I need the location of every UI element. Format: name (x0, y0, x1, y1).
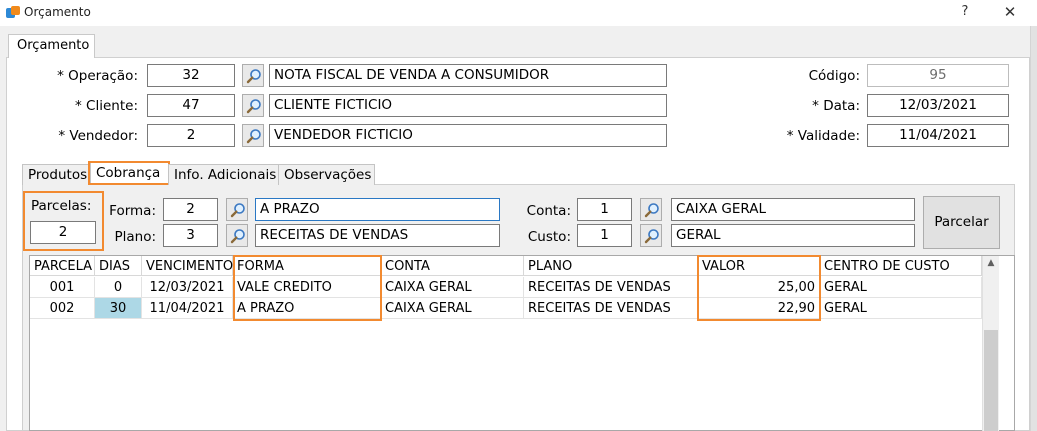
table-cell[interactable]: 001 (30, 277, 95, 298)
magnifier-icon (230, 203, 245, 218)
conta-code-field[interactable]: 1 (577, 198, 632, 221)
table-cell[interactable]: RECEITAS DE VENDAS (524, 298, 698, 319)
column-header-parcela[interactable]: PARCELA (30, 256, 95, 276)
magnifier-icon (246, 129, 261, 144)
window-scrollbar[interactable] (1030, 26, 1037, 431)
cliente-label: * Cliente: (75, 98, 138, 114)
column-header-vencimento[interactable]: VENCIMENTO (142, 256, 233, 276)
data-label: * Data: (812, 98, 860, 114)
validade-label: * Validade: (786, 128, 860, 144)
cliente-lookup-button[interactable] (242, 94, 264, 117)
cobranca-tab-highlight (88, 161, 170, 185)
plano-lookup-button[interactable] (226, 224, 248, 247)
chevron-up-icon[interactable]: ▲ (985, 258, 997, 270)
operacao-label: * Operação: (57, 68, 138, 84)
help-button[interactable]: ? (955, 4, 975, 22)
table-cell[interactable]: CAIXA GERAL (381, 277, 524, 298)
conta-lookup-button[interactable] (640, 198, 662, 221)
forma-desc-field[interactable]: A PRAZO (255, 198, 500, 221)
validade-field[interactable]: 11/04/2021 (867, 124, 1009, 147)
window-title: Orçamento (24, 5, 91, 19)
vendedor-label: * Vendedor: (58, 128, 138, 144)
magnifier-icon (230, 229, 245, 244)
vendedor-desc-field[interactable]: VENDEDOR FICTICIO (269, 124, 667, 147)
operacao-lookup-button[interactable] (242, 64, 264, 87)
custo-lookup-button[interactable] (640, 224, 662, 247)
table-cell-selected[interactable]: 30 (95, 298, 142, 319)
grid-scrollbar-thumb[interactable] (984, 330, 998, 431)
cliente-desc-field[interactable]: CLIENTE FICTICIO (269, 94, 667, 117)
table-cell[interactable]: 002 (30, 298, 95, 319)
column-header-centro-de-custo[interactable]: CENTRO DE CUSTO (820, 256, 982, 276)
magnifier-icon (644, 229, 659, 244)
operacao-code-field[interactable]: 32 (147, 64, 235, 87)
column-header-plano[interactable]: PLANO (524, 256, 698, 276)
conta-desc-field[interactable]: CAIXA GERAL (671, 198, 915, 221)
table-cell[interactable]: CAIXA GERAL (381, 298, 524, 319)
plano-label: Plano: (114, 229, 156, 245)
magnifier-icon (644, 203, 659, 218)
vendedor-code-field[interactable]: 2 (147, 124, 235, 147)
forma-label: Forma: (109, 203, 156, 219)
table-cell[interactable]: 0 (95, 277, 142, 298)
forma-lookup-button[interactable] (226, 198, 248, 221)
magnifier-icon (246, 69, 261, 84)
tab-observacoes[interactable]: Observações (278, 164, 375, 185)
table-cell[interactable]: RECEITAS DE VENDAS (524, 277, 698, 298)
parcelas-highlight (23, 191, 104, 251)
table-cell[interactable]: 12/03/2021 (142, 277, 233, 298)
parcelar-button[interactable]: Parcelar (923, 196, 1000, 249)
table-cell[interactable]: GERAL (820, 298, 982, 319)
table-cell[interactable]: GERAL (820, 277, 982, 298)
custo-label: Custo: (527, 229, 571, 245)
conta-label: Conta: (526, 203, 571, 219)
valor-column-highlight (697, 255, 821, 321)
app-logo-icon (6, 6, 20, 20)
codigo-label: Código: (808, 68, 860, 84)
title-bar (0, 0, 1037, 26)
plano-code-field[interactable]: 3 (163, 224, 218, 247)
data-field[interactable]: 12/03/2021 (867, 94, 1009, 117)
tab-info-adicionais[interactable]: Info. Adicionais (168, 164, 279, 185)
forma-column-highlight (233, 255, 382, 321)
column-header-dias[interactable]: DIAS (95, 256, 142, 276)
vendedor-lookup-button[interactable] (242, 124, 264, 147)
cliente-code-field[interactable]: 47 (147, 94, 235, 117)
operacao-desc-field[interactable]: NOTA FISCAL DE VENDA A CONSUMIDOR (269, 64, 667, 87)
codigo-field: 95 (867, 64, 1009, 87)
column-header-conta[interactable]: CONTA (381, 256, 524, 276)
table-cell[interactable]: 11/04/2021 (142, 298, 233, 319)
custo-desc-field[interactable]: GERAL (671, 224, 915, 247)
tab-produtos[interactable]: Produtos (22, 164, 91, 185)
custo-code-field[interactable]: 1 (577, 224, 632, 247)
close-button[interactable]: ✕ (1000, 3, 1020, 21)
magnifier-icon (246, 99, 261, 114)
plano-desc-field[interactable]: RECEITAS DE VENDAS (255, 224, 500, 247)
tab-orcamento[interactable]: Orçamento (8, 34, 95, 58)
forma-code-field[interactable]: 2 (163, 198, 218, 221)
